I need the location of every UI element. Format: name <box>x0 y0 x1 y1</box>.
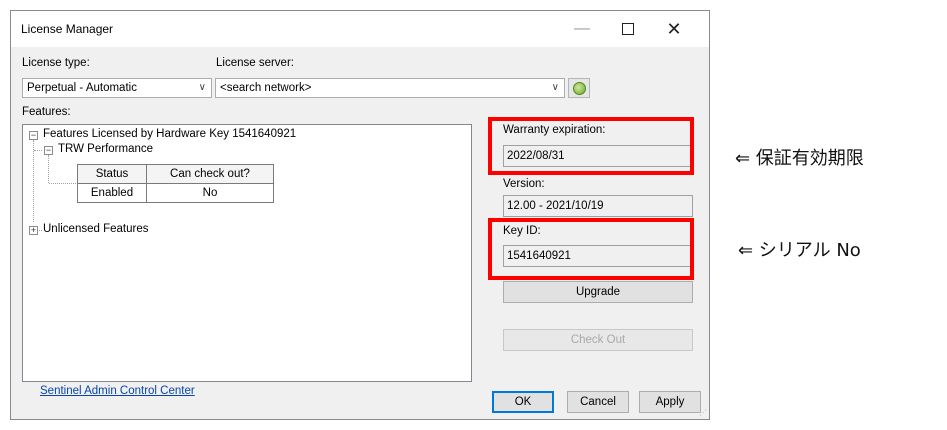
tree-line <box>33 140 34 222</box>
close-icon[interactable]: ✕ <box>651 11 697 47</box>
warranty-highlight <box>488 117 694 175</box>
chevron-down-icon: ∨ <box>551 82 559 93</box>
features-label: Features: <box>22 106 71 118</box>
check-out-button[interactable]: Check Out <box>503 329 693 351</box>
sentinel-admin-link[interactable]: Sentinel Admin Control Center <box>40 385 195 397</box>
version-field: 12.00 - 2021/10/19 <box>503 195 693 217</box>
resize-grip-icon[interactable]: ⋰ <box>699 408 707 417</box>
collapse-icon[interactable]: − <box>44 146 53 155</box>
apply-button[interactable]: Apply <box>639 391 701 413</box>
grid-cell-checkout: No <box>146 183 274 203</box>
tree-line <box>34 150 42 151</box>
window-title: License Manager <box>21 22 114 36</box>
grid-header-checkout: Can check out? <box>146 164 274 184</box>
license-type-select[interactable]: Perpetual - Automatic ∨ <box>22 78 212 98</box>
features-grid: Status Can check out? Enabled No <box>77 164 274 203</box>
cancel-button[interactable]: Cancel <box>567 391 629 413</box>
grid-cell-status: Enabled <box>77 183 147 203</box>
serial-annotation: ⇐ シリアル No <box>738 240 861 261</box>
license-manager-window: License Manager — ✕ License type: Licens… <box>10 10 710 420</box>
license-server-select[interactable]: <search network> ∨ <box>215 78 565 98</box>
license-type-value: Perpetual - Automatic <box>27 82 137 94</box>
tree-node-unlicensed[interactable]: Unlicensed Features <box>43 223 148 235</box>
maximize-icon[interactable] <box>605 11 651 47</box>
tree-line <box>48 155 49 183</box>
refresh-icon <box>572 81 586 95</box>
grid-header-status: Status <box>77 164 147 184</box>
minimize-icon[interactable]: — <box>559 11 605 47</box>
tree-line <box>49 183 76 184</box>
license-server-label: License server: <box>216 57 294 69</box>
expand-icon[interactable]: + <box>29 226 38 235</box>
chevron-down-icon: ∨ <box>198 82 206 93</box>
license-type-label: License type: <box>22 57 90 69</box>
ok-button[interactable]: OK <box>492 391 554 413</box>
tree-node-product[interactable]: TRW Performance <box>58 143 153 155</box>
warranty-annotation: ⇐ 保証有効期限 <box>735 148 864 169</box>
features-tree[interactable]: − Features Licensed by Hardware Key 1541… <box>22 124 472 382</box>
upgrade-button[interactable]: Upgrade <box>503 281 693 303</box>
version-label: Version: <box>503 178 545 190</box>
tree-node-licensed[interactable]: Features Licensed by Hardware Key 154164… <box>43 128 296 140</box>
title-bar[interactable]: License Manager — ✕ <box>11 11 709 47</box>
key-id-highlight <box>488 218 694 280</box>
collapse-icon[interactable]: − <box>29 131 38 140</box>
refresh-button[interactable] <box>568 78 590 98</box>
license-server-value: <search network> <box>220 82 312 94</box>
